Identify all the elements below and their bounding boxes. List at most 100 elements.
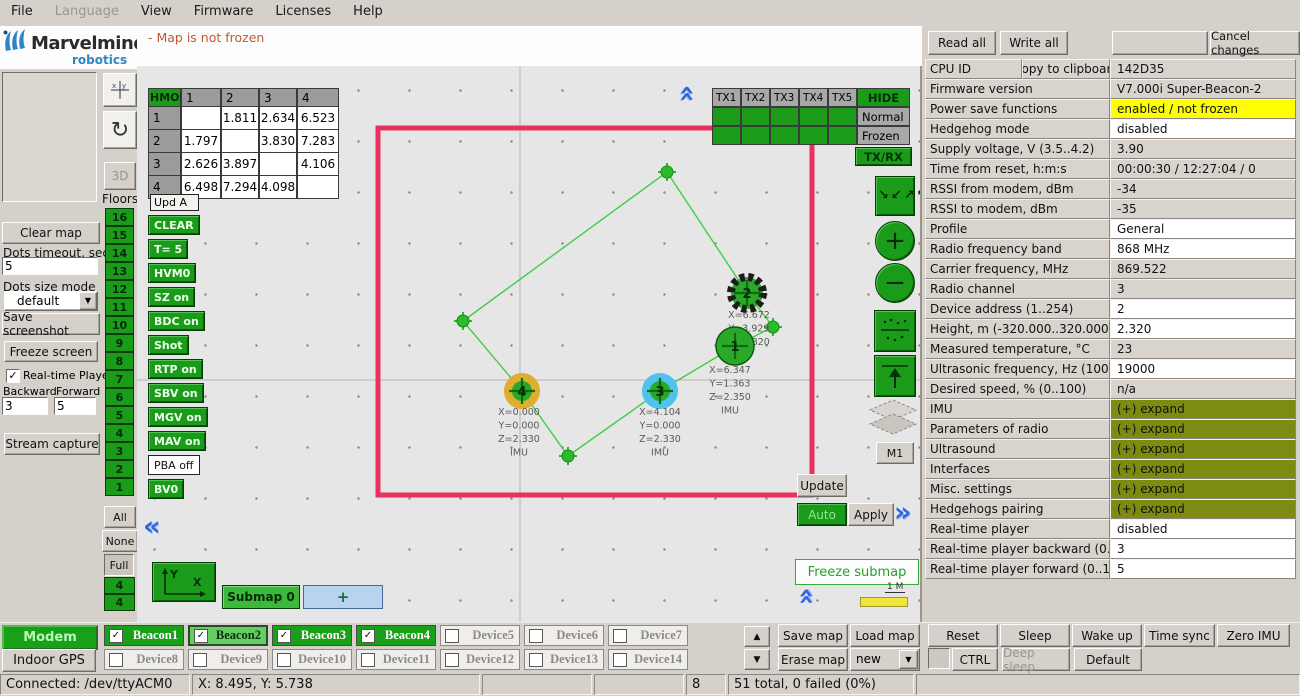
submap-0-button[interactable]: Submap 0 — [222, 585, 300, 609]
zero-imu-button[interactable]: Zero IMU — [1217, 624, 1290, 647]
cmd-button-shot[interactable]: Shot — [148, 335, 189, 355]
device-tab-device12[interactable]: Device12 — [440, 649, 520, 670]
tx-cell-frozen-3[interactable] — [770, 126, 799, 145]
tab-checkbox[interactable] — [529, 629, 543, 643]
cmd-button-clear[interactable]: CLEAR — [148, 215, 200, 235]
apply-next-chevron-icon[interactable]: » — [894, 499, 911, 526]
beacon-number-8[interactable]: 8 — [105, 352, 134, 370]
beacon-number-1[interactable]: 1 — [105, 478, 134, 496]
tab-checkbox[interactable]: ✓ — [277, 629, 291, 643]
hmob-cell-4-4[interactable] — [297, 175, 339, 199]
map-node-3[interactable] — [559, 447, 577, 465]
deep-sleep-button[interactable]: Deep sleep — [1002, 648, 1070, 671]
hmob-cell-2-3[interactable]: 3.830 — [259, 129, 297, 153]
menu-item-firmware[interactable]: Firmware — [183, 0, 265, 23]
tab-checkbox[interactable] — [445, 629, 459, 643]
save-map-button[interactable]: Save map — [778, 624, 848, 647]
parameter-value[interactable]: (+) expand — [1110, 419, 1296, 439]
hmob-cell-1-4[interactable]: 6.523 — [297, 106, 339, 130]
beacon-number-14[interactable]: 14 — [105, 244, 134, 262]
device-tab-device8[interactable]: Device8 — [104, 649, 184, 670]
default-button[interactable]: Default — [1074, 648, 1142, 671]
full-button[interactable]: Full — [104, 554, 134, 576]
indoor-gps-tab[interactable]: Indoor GPS — [2, 649, 96, 672]
tab-checkbox[interactable] — [613, 629, 627, 643]
beacon-number-3[interactable]: 3 — [105, 442, 134, 460]
tab-checkbox[interactable]: ✓ — [361, 629, 375, 643]
parameter-value[interactable]: 868 MHz — [1110, 239, 1296, 259]
sleep-button[interactable]: Sleep — [1000, 624, 1070, 647]
ctrl-indicator[interactable] — [928, 648, 950, 669]
parameter-value[interactable]: disabled — [1110, 519, 1296, 539]
hmob-cell-1-1[interactable] — [181, 106, 221, 130]
parameter-value[interactable]: (+) expand — [1110, 459, 1296, 479]
hmob-cell-3-2[interactable]: 3.897 — [221, 152, 259, 176]
beacon-number-16[interactable]: 16 — [105, 208, 134, 226]
tab-checkbox[interactable]: ✓ — [109, 629, 123, 643]
3d-button[interactable]: 3D — [104, 162, 136, 190]
axis-orientation-widget[interactable]: Y X — [152, 562, 216, 602]
device-tab-device11[interactable]: Device11 — [356, 649, 436, 670]
cmd-button-hvm0[interactable]: HVM0 — [148, 263, 196, 283]
reset-button[interactable]: Reset — [928, 624, 998, 647]
beacon-number-11[interactable]: 11 — [105, 298, 134, 316]
hmob-cell-3-1[interactable]: 2.626 — [181, 152, 221, 176]
beacon-3[interactable]: 3 — [646, 377, 674, 405]
select-none-button[interactable]: None — [102, 530, 138, 552]
beacon-number-13[interactable]: 13 — [105, 262, 134, 280]
menu-item-language[interactable]: Language — [44, 0, 130, 23]
menu-item-licenses[interactable]: Licenses — [264, 0, 342, 23]
beacon-4[interactable]: 4 — [508, 377, 536, 405]
tx-cell-normal-4[interactable] — [799, 107, 828, 126]
zoom-out-button[interactable]: − — [875, 263, 915, 303]
collapse-left-chevron-icon[interactable]: « — [143, 513, 160, 540]
cmd-button-mav-on[interactable]: MAV on — [148, 431, 206, 451]
beacon-number-6[interactable]: 6 — [105, 388, 134, 406]
upload-button[interactable] — [874, 355, 916, 397]
parameter-value[interactable]: (+) expand — [1110, 499, 1296, 519]
hmob-cell-4-2[interactable]: 7.294 — [221, 175, 259, 199]
collapse-up-chevron-icon[interactable]: « — [674, 85, 701, 102]
write-all-button[interactable]: Write all — [1000, 31, 1068, 55]
tab-checkbox[interactable] — [193, 653, 207, 667]
cmd-button-sz-on[interactable]: SZ on — [148, 287, 195, 307]
cmd-button-t-5[interactable]: T= 5 — [148, 239, 188, 259]
parameter-value[interactable]: enabled / not frozen — [1110, 99, 1296, 119]
parameter-value[interactable]: disabled — [1110, 119, 1296, 139]
hmob-cell-1-3[interactable]: 2.634 — [259, 106, 297, 130]
device-tab-beacon1[interactable]: ✓Beacon1 — [104, 625, 184, 646]
rotate-view-button[interactable]: ↻ — [103, 111, 137, 149]
device-tab-beacon2[interactable]: ✓Beacon2 — [188, 625, 268, 646]
parameter-value[interactable]: 3 — [1110, 539, 1296, 559]
parameter-value[interactable]: (+) expand — [1110, 439, 1296, 459]
device-tab-device13[interactable]: Device13 — [524, 649, 604, 670]
parameter-value[interactable]: 2.320 — [1110, 319, 1296, 339]
apply-button[interactable]: Apply — [848, 503, 894, 526]
hmob-cell-4-3[interactable]: 4.098 — [259, 175, 297, 199]
map-node-0[interactable] — [658, 163, 676, 181]
ctrl-button[interactable]: CTRL — [952, 648, 998, 671]
hmob-cell-2-2[interactable] — [221, 129, 259, 153]
select-all-button[interactable]: All — [104, 506, 136, 528]
tx-hide-button[interactable]: HIDE — [857, 88, 910, 107]
tab-checkbox[interactable] — [613, 653, 627, 667]
tx-cell-normal-3[interactable] — [770, 107, 799, 126]
time-sync-button[interactable]: Time sync — [1144, 624, 1215, 647]
tx-cell-frozen-5[interactable] — [828, 126, 857, 145]
freeze-screen-button[interactable]: Freeze screen — [4, 341, 98, 362]
auto-button[interactable]: Auto — [797, 503, 847, 526]
beacon-number-9[interactable]: 9 — [105, 334, 134, 352]
read-all-button[interactable]: Read all — [928, 31, 996, 55]
stream-capture-button[interactable]: Stream capture — [4, 433, 100, 455]
forward-input[interactable] — [54, 397, 96, 415]
beacon-number-12[interactable]: 12 — [105, 280, 134, 298]
beacon-number-2[interactable]: 2 — [105, 460, 134, 478]
tab-checkbox[interactable]: ✓ — [194, 629, 208, 643]
upd-a-button[interactable]: Upd A — [150, 194, 199, 211]
map-file-select[interactable]: new ▼ — [850, 648, 920, 671]
hmob-cell-2-1[interactable]: 1.797 — [181, 129, 221, 153]
hmob-cell-1-2[interactable]: 1.811 — [221, 106, 259, 130]
device-tab-device9[interactable]: Device9 — [188, 649, 268, 670]
tabs-scroll-down-button[interactable]: ▼ — [744, 649, 770, 670]
device-tab-device14[interactable]: Device14 — [608, 649, 688, 670]
